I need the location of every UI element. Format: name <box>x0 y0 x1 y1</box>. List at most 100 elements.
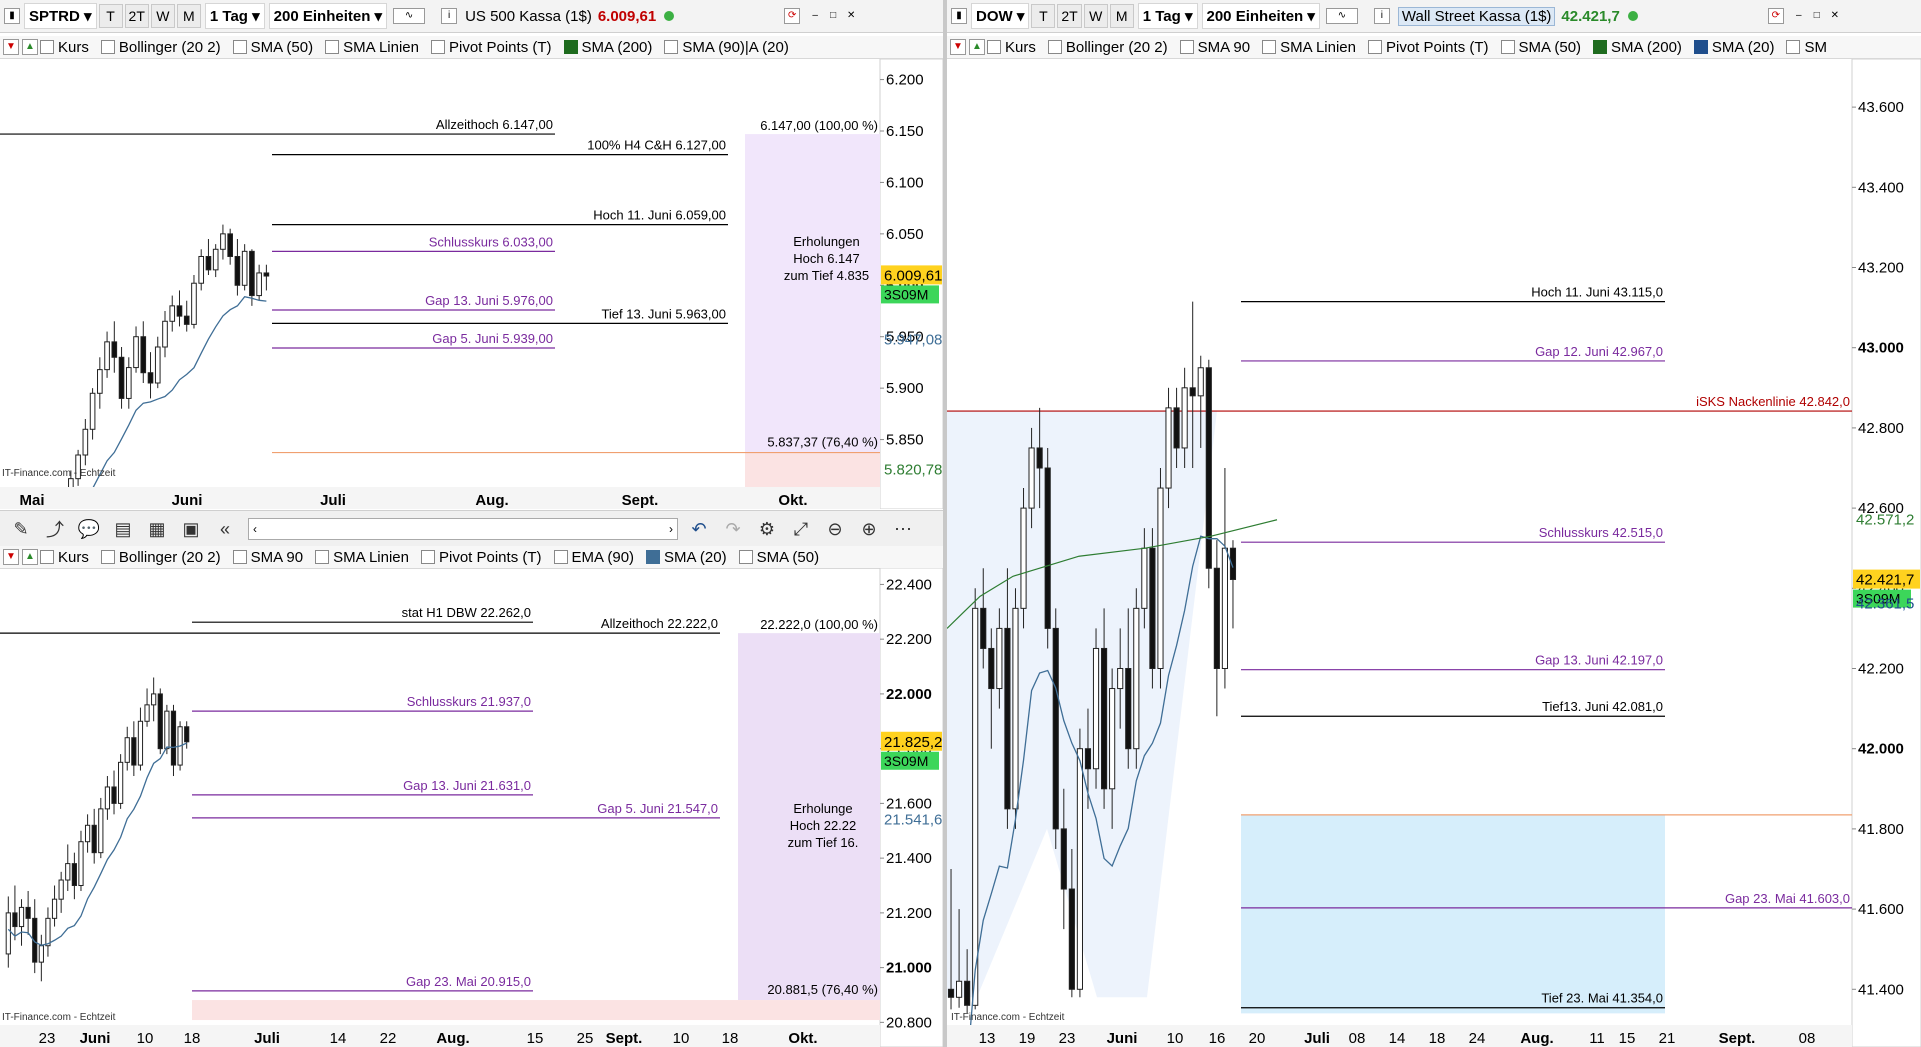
maximize-icon[interactable]: □ <box>1810 9 1824 23</box>
ind-sma90[interactable]: SMA 90 <box>1178 39 1250 56</box>
ind-sma50[interactable]: SMA (50) <box>737 549 819 566</box>
chart-dow[interactable]: Hoch 11. Juni 43.115,0 Gap 12. Juni 42.96… <box>947 59 1921 1047</box>
ind-ema90[interactable]: EMA (90) <box>552 549 634 566</box>
ind-pivot[interactable]: Pivot Points (T) <box>419 549 542 566</box>
x-tick-label: 24 <box>1469 1030 1486 1047</box>
up-arrow-icon[interactable]: ▲ <box>22 39 38 55</box>
candle-down <box>1052 627 1059 830</box>
ind-sma90[interactable]: SMA (90)|A (20) <box>662 39 789 56</box>
zoom-in-icon[interactable]: ⊕ <box>856 516 882 542</box>
drawing-toolbar: ✎ ⤴ 💬 ▤ ▦ ▣ « ‹ › ↶ ↷ ⚙ ⤢ ⊖ ⊕ ⋯ <box>0 510 943 548</box>
x-tick-label: 19 <box>1019 1030 1036 1047</box>
maximize-icon[interactable]: □ <box>826 9 840 23</box>
fibonacci-zone <box>745 134 880 453</box>
chart-type-icon[interactable]: ∿ <box>393 8 426 24</box>
candle-icon[interactable]: ▮ <box>951 8 967 24</box>
period-2t-button[interactable]: 2T <box>124 4 149 28</box>
scroll-left-icon[interactable]: ‹ <box>253 522 257 536</box>
period-w-button[interactable]: W <box>1083 4 1108 28</box>
candle-up <box>1076 748 1083 990</box>
period-m-button[interactable]: M <box>1109 4 1134 28</box>
close-icon[interactable]: ✕ <box>1828 9 1842 23</box>
period-m-button[interactable]: M <box>176 4 201 28</box>
down-arrow-icon[interactable]: ▼ <box>3 549 19 565</box>
y-tick-label: 42.200 <box>1858 661 1904 678</box>
x-tick-label: 23 <box>1059 1030 1076 1047</box>
period-w-button[interactable]: W <box>150 4 175 28</box>
compare-icon[interactable]: ▣ <box>178 516 204 542</box>
zoom-out-icon[interactable]: ⊖ <box>822 516 848 542</box>
units-select[interactable]: 200 Einheiten ▾ <box>268 3 388 29</box>
fib-box-text: zum Tief 4.835 <box>784 268 869 283</box>
time-axis <box>0 487 880 509</box>
ind-bollinger[interactable]: Bollinger (20 2) <box>1046 39 1168 56</box>
ind-sma50[interactable]: SMA (50) <box>231 39 313 56</box>
down-arrow-icon[interactable]: ▼ <box>3 39 19 55</box>
ind-bollinger[interactable]: Bollinger (20 2) <box>99 39 221 56</box>
period-t-button[interactable]: T <box>98 4 123 28</box>
ind-kurs[interactable]: Kurs <box>38 39 89 56</box>
ind-sma200[interactable]: SMA (200) <box>562 39 652 56</box>
y-tick-label: 22.200 <box>886 631 932 648</box>
double-chevron-left-icon[interactable]: « <box>212 516 238 542</box>
period-2t-button[interactable]: 2T <box>1057 4 1082 28</box>
ind-label: SMA (50) <box>1518 38 1582 56</box>
candle-icon[interactable]: ▮ <box>4 8 20 24</box>
chart-us500[interactable]: 6.147,00 (100,00 %) 5.837,37 (76,40 %) Erh… <box>0 59 943 509</box>
share-icon[interactable]: ⤴ <box>42 516 68 542</box>
ind-kurs[interactable]: Kurs <box>985 39 1036 56</box>
zoom-fit-icon[interactable]: ⤢ <box>788 516 814 542</box>
up-arrow-icon[interactable]: ▲ <box>969 39 985 55</box>
candle-up <box>1133 607 1140 750</box>
ind-sma-linien[interactable]: SMA Linien <box>313 549 409 566</box>
minimize-icon[interactable]: – <box>808 9 822 23</box>
ind-pivot[interactable]: Pivot Points (T) <box>429 39 552 56</box>
chart-settings-icon[interactable]: ⚙ <box>754 516 780 542</box>
redo-icon[interactable]: ↷ <box>720 516 746 542</box>
ind-sma-linien[interactable]: SMA Linien <box>1260 39 1356 56</box>
period-t-button[interactable]: T <box>1031 4 1056 28</box>
scroll-right-icon[interactable]: › <box>669 522 673 536</box>
units-select[interactable]: 200 Einheiten ▾ <box>1201 3 1320 29</box>
level-label: Gap 23. Mai 41.603,0 <box>1725 891 1850 906</box>
minimize-icon[interactable]: – <box>1792 9 1806 23</box>
ind-sma50[interactable]: SMA (50) <box>1499 38 1582 56</box>
refresh-icon[interactable]: ⟳ <box>784 8 801 24</box>
info-icon[interactable]: i <box>441 8 458 24</box>
chart-scroll-field[interactable]: ‹ › <box>248 518 678 540</box>
fib-label-100: 6.147,00 (100,00 %) <box>760 118 878 133</box>
symbol-select[interactable]: SPTRD ▾ <box>24 3 97 29</box>
ind-sma-linien[interactable]: SMA Linien <box>323 39 419 56</box>
comment-icon[interactable]: 💬 <box>76 516 102 542</box>
chart-dax[interactable]: 22.222,0 (100,00 %) 20.881,5 (76,40 %) Erh… <box>0 568 943 1047</box>
indicator-bar: ▼ ▲ Kurs Bollinger (20 2) SMA 90 SMA Lin… <box>947 36 1921 59</box>
undo-icon[interactable]: ↶ <box>686 516 712 542</box>
ind-sma20[interactable]: SMA (20) <box>1692 39 1774 56</box>
ind-sma20[interactable]: SMA (20) <box>644 549 727 566</box>
ind-sma90[interactable]: SMA 90 <box>231 549 303 566</box>
interval-select[interactable]: 1 Tag ▾ <box>204 3 265 29</box>
close-icon[interactable]: ✕ <box>844 9 858 23</box>
fibonacci-zone <box>738 633 880 1001</box>
candle-down <box>234 255 241 286</box>
x-tick-label: Juli <box>320 492 346 509</box>
up-arrow-icon[interactable]: ▲ <box>22 549 38 565</box>
ind-bollinger[interactable]: Bollinger (20 2) <box>99 549 221 566</box>
ind-pivot[interactable]: Pivot Points (T) <box>1366 39 1489 56</box>
interval-select[interactable]: 1 Tag ▾ <box>1137 3 1198 29</box>
symbol-select[interactable]: DOW ▾ <box>971 3 1030 29</box>
info-icon[interactable]: i <box>1373 8 1390 24</box>
indicator-icon[interactable]: ▦ <box>144 516 170 542</box>
ind-sm-more[interactable]: SM <box>1784 39 1827 56</box>
ind-kurs[interactable]: Kurs <box>38 549 89 566</box>
more-icon[interactable]: ⋯ <box>890 516 916 542</box>
pencil-icon[interactable]: ✎ <box>8 516 34 542</box>
ind-sma200[interactable]: SMA (200) <box>1591 39 1682 56</box>
x-tick-label: 18 <box>1429 1030 1446 1047</box>
x-tick-label: Aug. <box>1520 1030 1553 1047</box>
refresh-icon[interactable]: ⟳ <box>1767 8 1784 24</box>
level-label: Gap 13. Juni 42.197,0 <box>1535 653 1663 668</box>
chart-type-icon[interactable]: ∿ <box>1325 8 1358 24</box>
notes-icon[interactable]: ▤ <box>110 516 136 542</box>
down-arrow-icon[interactable]: ▼ <box>950 39 966 55</box>
